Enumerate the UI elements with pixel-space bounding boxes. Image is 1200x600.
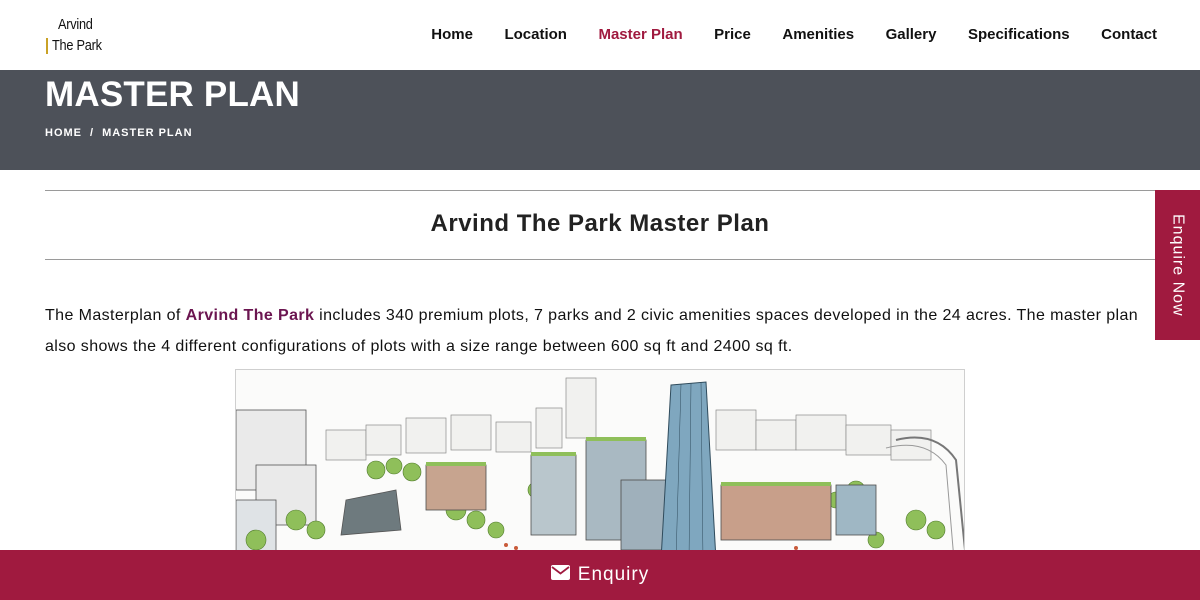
page-banner: MASTER PLAN HOME / MASTER PLAN bbox=[0, 70, 1200, 170]
master-plan-image[interactable] bbox=[235, 369, 965, 559]
logo-text-line1: Arvind bbox=[58, 16, 93, 33]
section-top-divider bbox=[45, 190, 1155, 191]
nav-item-amenities[interactable]: Amenities bbox=[782, 26, 854, 43]
envelope-icon bbox=[550, 565, 570, 585]
description-text-start: The Masterplan of bbox=[45, 307, 186, 324]
logo-accent-bar bbox=[46, 38, 48, 54]
enquire-now-label: Enquire Now bbox=[1169, 213, 1187, 317]
brand-logo[interactable]: Arvind The Park bbox=[46, 14, 116, 58]
breadcrumb-current: MASTER PLAN bbox=[102, 127, 193, 139]
project-name-link[interactable]: Arvind The Park bbox=[186, 307, 315, 324]
section-bottom-divider bbox=[45, 259, 1155, 260]
nav-item-home[interactable]: Home bbox=[431, 26, 473, 43]
master-plan-description: The Masterplan of Arvind The Park includ… bbox=[45, 300, 1155, 362]
breadcrumb: HOME / MASTER PLAN bbox=[45, 127, 193, 139]
main-nav: Home Location Master Plan Price Amenitie… bbox=[400, 26, 1157, 43]
breadcrumb-home-link[interactable]: HOME bbox=[45, 127, 82, 139]
page-title: MASTER PLAN bbox=[45, 75, 300, 114]
enquiry-label: Enquiry bbox=[577, 564, 650, 585]
nav-item-location[interactable]: Location bbox=[504, 26, 567, 43]
breadcrumb-separator: / bbox=[90, 127, 95, 139]
nav-item-specifications[interactable]: Specifications bbox=[968, 26, 1070, 43]
nav-item-contact[interactable]: Contact bbox=[1101, 26, 1157, 43]
nav-item-master-plan[interactable]: Master Plan bbox=[598, 26, 682, 43]
nav-item-gallery[interactable]: Gallery bbox=[886, 26, 937, 43]
enquire-now-tab[interactable]: Enquire Now bbox=[1155, 190, 1200, 340]
nav-item-price[interactable]: Price bbox=[714, 26, 751, 43]
master-plan-sketch bbox=[236, 370, 964, 558]
site-header: Arvind The Park Home Location Master Pla… bbox=[0, 0, 1200, 70]
enquiry-bar[interactable]: Enquiry bbox=[0, 550, 1200, 600]
logo-text-line2: The Park bbox=[52, 37, 102, 54]
section-title: Arvind The Park Master Plan bbox=[430, 210, 770, 237]
